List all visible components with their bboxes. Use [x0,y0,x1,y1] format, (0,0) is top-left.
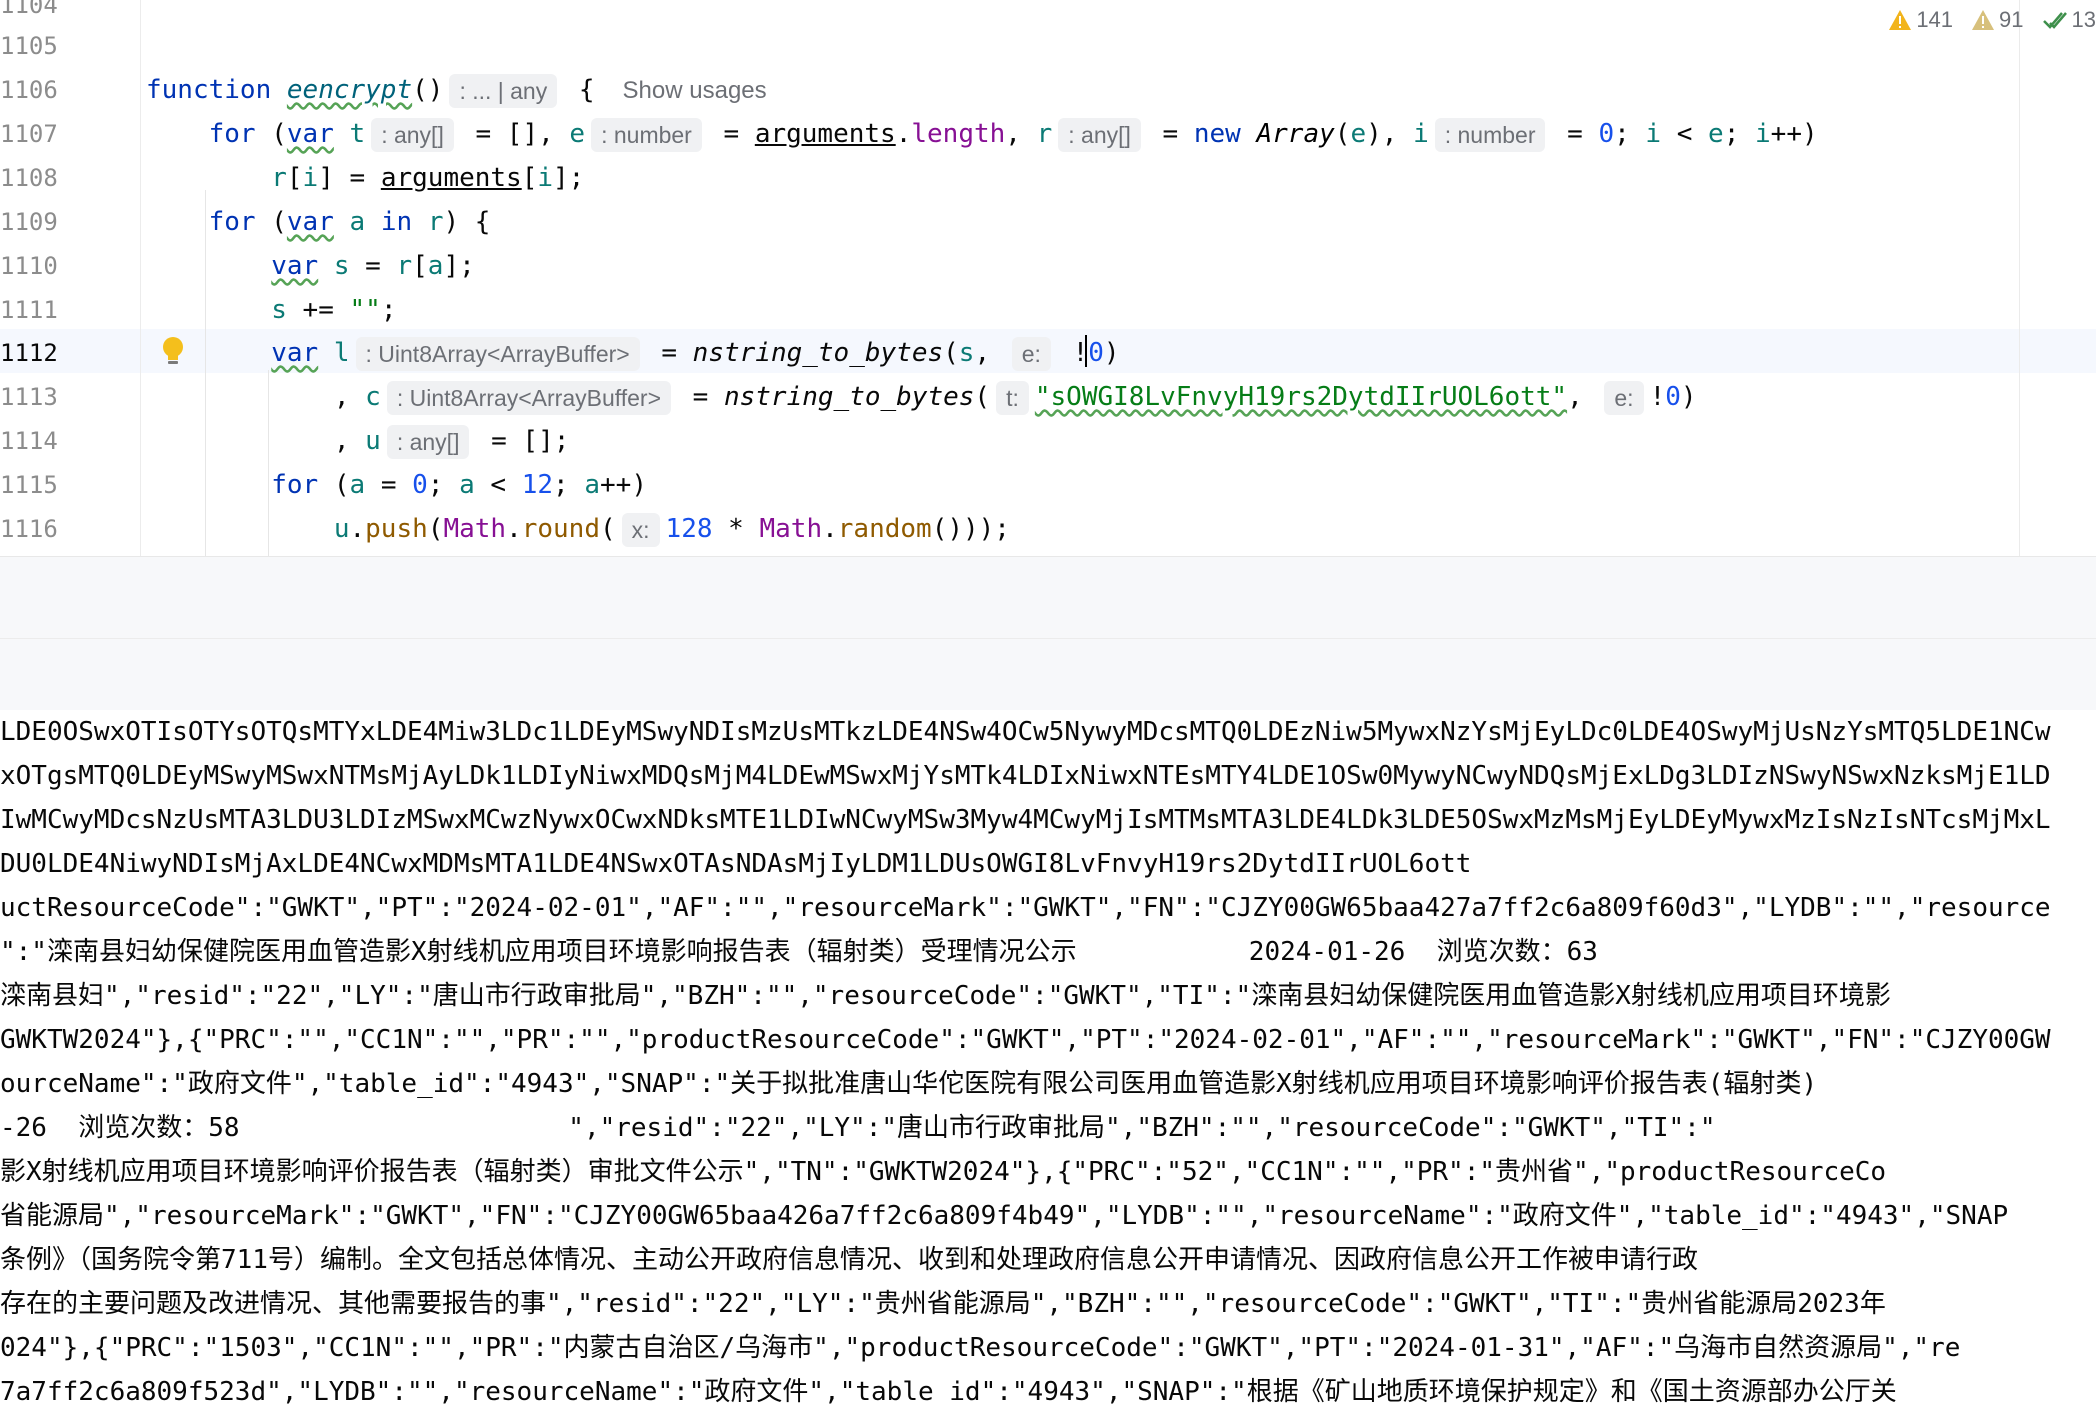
warnings-count: 141 [1916,7,1954,32]
code-line[interactable]: for (var a in r) { [146,200,491,244]
param-hint[interactable]: e: [1011,336,1051,371]
code-line[interactable]: , u: any[] = []; [146,419,569,463]
output-line: DU0LDE4NiwyNDIsMjAxLDE4NCwxMDMsMTA1LDE4N… [0,849,1472,879]
line-number: 1105 [0,32,58,60]
warning-icon [1889,10,1912,30]
warnings-indicator[interactable]: 141 [1888,7,1953,33]
output-line: 省能源局","resourceMark":"GWKT","FN":"CJZY00… [0,1201,2009,1231]
weak-warnings-count: 91 [1999,7,2024,32]
output-line: ourceName":"政府文件","table_id":"4943","SNA… [0,1069,1818,1099]
ok-count: 13 [2071,7,2096,32]
code-line[interactable]: s += ""; [146,288,396,332]
output-line: 024"},{"PRC":"1503","CC1N":"","PR":"内蒙古自… [0,1333,1961,1363]
code-editor[interactable]: 1104 1105 1106 1107 1108 1109 1110 1111 … [0,0,2096,556]
line-number: 1107 [0,120,58,148]
inlay-hint[interactable]: : any[] [1058,117,1141,152]
line-number: 1115 [0,471,58,499]
inlay-hint[interactable]: : number [1434,117,1546,152]
output-line: IwMCwyMDcsNzUsMTA3LDU3LDIzMSwxMCwzNywxOC… [0,805,2051,835]
console-output[interactable]: LDE0OSwxOTIsOTYsOTQsMTYxLDE4Miw3LDc1LDEy… [0,710,2096,1404]
tool-window-header [0,556,2096,711]
show-usages-link[interactable]: Show usages [623,77,767,104]
weak-warning-icon [1972,10,1995,30]
double-check-icon [2042,12,2067,29]
output-line: xOTgsMTQ0LDEyMSwyMSwxNTMsMjAyLDk1LDIyNiw… [0,761,2051,791]
ok-indicator[interactable]: 13 [2042,7,2096,33]
code-line[interactable]: r[i] = arguments[i]; [146,156,584,200]
code-line[interactable]: for (a = 0; a < 12; a++) [146,463,647,507]
inlay-hint[interactable]: : ... | any [449,73,558,108]
right-margin-guide [2019,0,2020,556]
code-line[interactable]: var s = r[a]; [146,244,475,288]
line-number-gutter[interactable]: 1104 1105 1106 1107 1108 1109 1110 1111 … [0,0,141,556]
output-line: uctResourceCode":"GWKT","PT":"2024-02-01… [0,893,2051,923]
line-number: 1114 [0,427,58,455]
text-caret [1085,335,1087,367]
line-number: 1108 [0,164,58,192]
divider [0,638,2096,639]
output-line: 影X射线机应用项目环境影响评价报告表（辐射类）审批文件公示","TN":"GWK… [0,1157,1887,1187]
output-line: 滦南县妇","resid":"22","LY":"唐山市行政审批局","BZH"… [0,981,1891,1011]
output-line: 存在的主要问题及改进情况、其他需要报告的事","resid":"22","LY"… [0,1289,1886,1319]
line-number: 1106 [0,76,58,104]
inlay-hint[interactable]: : any[] [386,424,470,459]
output-line: 条例》（国务院令第711号）编制。全文包括总体情况、主动公开政府信息情况、收到和… [0,1245,1698,1275]
string-literal: "sOWGI8LvFnvyH19rs2DytdIIrUOL6ott" [1034,382,1568,412]
line-number: 1111 [0,296,58,324]
line-number: 1116 [0,515,58,543]
line-number-current: 1112 [0,339,58,367]
param-hint[interactable]: t: [996,380,1029,415]
inlay-hint[interactable]: : Uint8Array<ArrayBuffer> [386,380,671,415]
inlay-hint[interactable]: : any[] [371,117,454,152]
inspection-widget[interactable]: 141 91 13 [1878,4,2096,36]
lightbulb-icon[interactable] [160,336,186,368]
code-line[interactable]: function eencrypt(): ... | any {Show usa… [146,68,767,112]
output-line: LDE0OSwxOTIsOTYsOTQsMTYxLDE4Miw3LDc1LDEy… [0,717,2051,747]
code-line[interactable]: u.push(Math.round(x: 128 * Math.random())… [146,507,1010,551]
line-number: 1109 [0,208,58,236]
inlay-hint[interactable]: : Uint8Array<ArrayBuffer> [355,336,640,371]
param-hint[interactable]: e: [1604,380,1644,415]
line-number: 1104 [0,0,58,19]
code-line-current[interactable]: var l: Uint8Array<ArrayBuffer> = nstring… [146,331,1120,375]
param-hint[interactable]: x: [621,512,660,547]
inlay-hint[interactable]: : number [591,117,702,152]
code-line[interactable]: for (var t: any[] = [], e: number = argu… [146,112,1818,156]
code-line[interactable]: , c: Uint8Array<ArrayBuffer> = nstring_t… [146,375,1697,419]
weak-warnings-indicator[interactable]: 91 [1971,7,2024,33]
output-line: 7a7ff2c6a809f523d","LYDB":"","resourceNa… [0,1377,1897,1404]
output-line: GWKTW2024"},{"PRC":"","CC1N":"","PR":"",… [0,1025,2051,1055]
output-line: ":"滦南县妇幼保健院医用血管造影X射线机应用项目环境影响报告表（辐射类）受理情… [0,937,1598,967]
line-number: 1110 [0,252,58,280]
output-line: -26 浏览次数：58 ","resid":"22","LY":"唐山市行政审批… [0,1113,1716,1143]
line-number: 1113 [0,383,58,411]
